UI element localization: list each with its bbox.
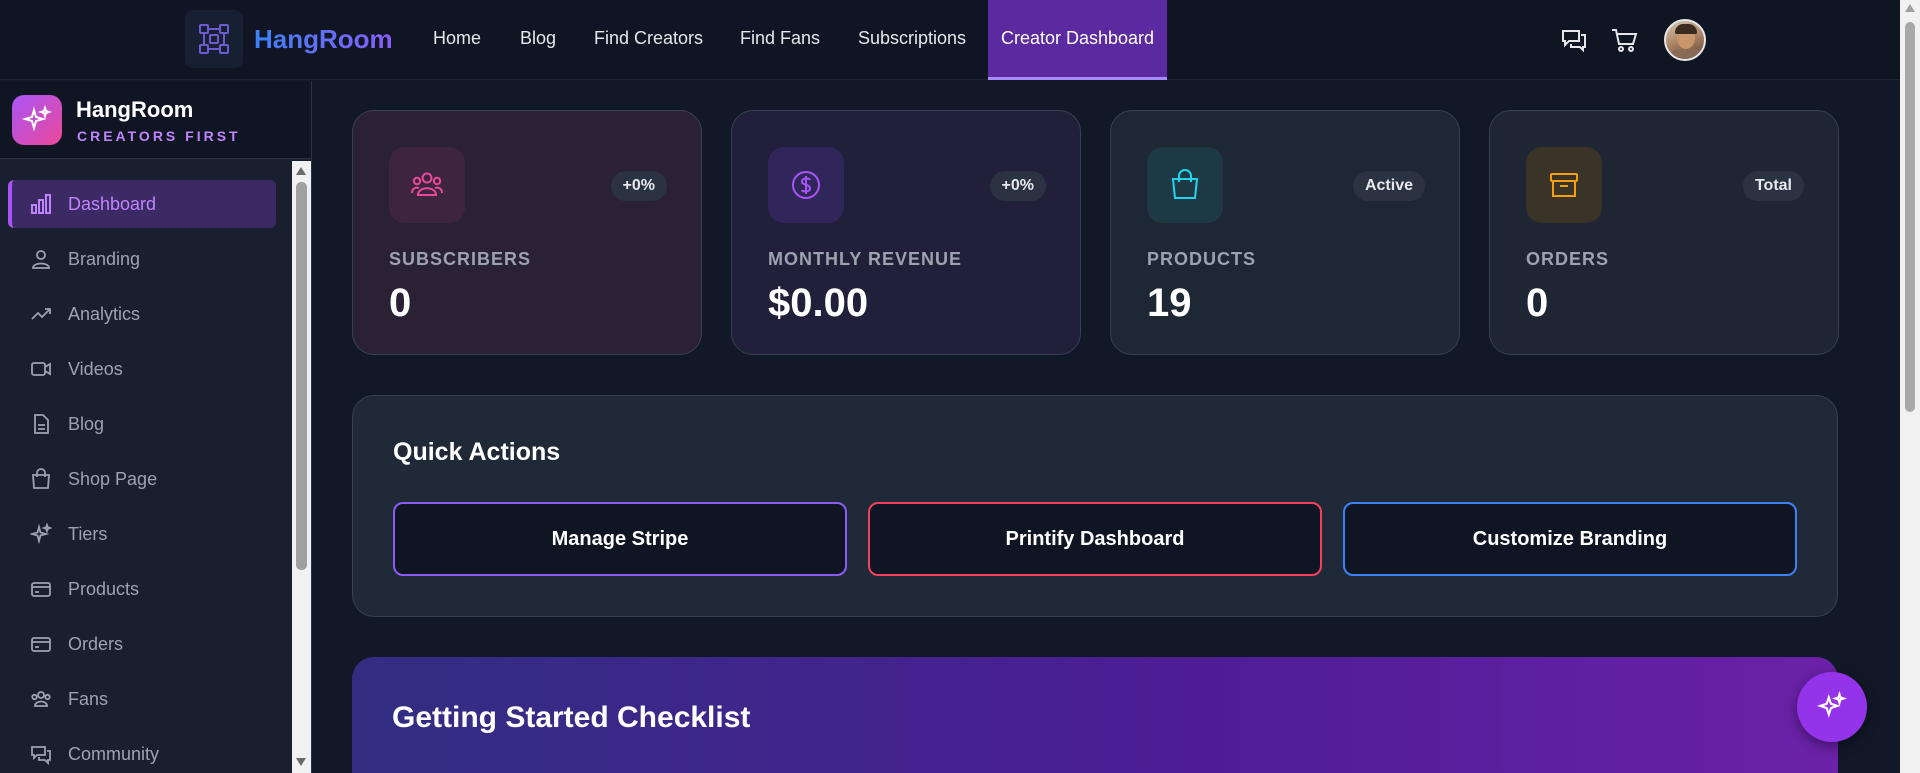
trend-icon bbox=[28, 301, 54, 327]
nav-find-creators[interactable]: Find Creators bbox=[594, 28, 703, 49]
sidebar-scrollbar[interactable] bbox=[292, 161, 311, 773]
sidebar-scroll-thumb[interactable] bbox=[296, 182, 307, 570]
bar-chart-icon bbox=[28, 191, 54, 217]
stat-value: 19 bbox=[1147, 281, 1192, 325]
scroll-up-arrow-icon[interactable] bbox=[296, 167, 306, 175]
sidebar-item-label: Dashboard bbox=[68, 193, 157, 214]
section-title: Getting Started Checklist bbox=[392, 701, 751, 734]
sidebar-item-community[interactable]: Community bbox=[8, 730, 276, 773]
sparkles-icon bbox=[28, 521, 54, 547]
user-avatar[interactable] bbox=[1664, 19, 1706, 61]
status-badge: Total bbox=[1742, 171, 1804, 201]
status-badge: Active bbox=[1352, 171, 1425, 201]
page-scrollbar[interactable] bbox=[1900, 0, 1920, 773]
quick-actions-panel: Quick Actions Manage Stripe Printify Das… bbox=[352, 395, 1838, 617]
section-title: Quick Actions bbox=[393, 438, 561, 466]
sidebar-header: HangRoom CREATORS FIRST bbox=[0, 81, 311, 159]
top-navbar: HangRoom Home Blog Find Creators Find Fa… bbox=[0, 0, 1900, 80]
nav-creator-dashboard[interactable]: Creator Dashboard bbox=[988, 0, 1167, 80]
archive-icon bbox=[1526, 147, 1602, 223]
sidebar-item-fans[interactable]: Fans bbox=[8, 675, 276, 723]
stat-card-orders: Total ORDERS 0 bbox=[1489, 110, 1839, 355]
cart-icon[interactable] bbox=[1608, 24, 1640, 56]
stat-label: SUBSCRIBERS bbox=[389, 249, 532, 269]
chat-icon bbox=[28, 741, 54, 767]
page-scroll-thumb[interactable] bbox=[1905, 22, 1915, 412]
stat-card-subscribers: +0% SUBSCRIBERS 0 bbox=[352, 110, 702, 355]
sidebar-item-videos[interactable]: Videos bbox=[8, 345, 276, 393]
users-icon bbox=[28, 686, 54, 712]
sparkles-icon bbox=[12, 95, 62, 145]
nav-find-fans[interactable]: Find Fans bbox=[740, 28, 820, 49]
brand-logo[interactable] bbox=[185, 10, 243, 68]
stat-value: $0.00 bbox=[768, 281, 869, 325]
video-icon bbox=[28, 356, 54, 382]
card-icon bbox=[28, 631, 54, 657]
sidebar-item-label: Analytics bbox=[68, 303, 141, 324]
sidebar-item-dashboard[interactable]: Dashboard bbox=[8, 180, 276, 228]
nav-home[interactable]: Home bbox=[433, 28, 481, 49]
sidebar-item-label: Fans bbox=[68, 688, 109, 709]
stat-label: MONTHLY REVENUE bbox=[768, 249, 963, 269]
sidebar-item-label: Products bbox=[68, 578, 140, 599]
bag-icon bbox=[28, 466, 54, 492]
card-icon bbox=[28, 576, 54, 602]
getting-started-checklist: Getting Started Checklist bbox=[352, 657, 1838, 773]
sidebar-item-shop-page[interactable]: Shop Page bbox=[8, 455, 276, 503]
sidebar-item-label: Blog bbox=[68, 413, 105, 434]
sidebar-item-orders[interactable]: Orders bbox=[8, 620, 276, 668]
ai-assistant-button[interactable] bbox=[1797, 672, 1867, 742]
sidebar-item-tiers[interactable]: Tiers bbox=[8, 510, 276, 558]
stat-value: 0 bbox=[389, 281, 412, 325]
sidebar-item-label: Videos bbox=[68, 358, 123, 379]
sidebar-item-blog[interactable]: Blog bbox=[8, 400, 276, 448]
sidebar-item-analytics[interactable]: Analytics bbox=[8, 290, 276, 338]
nav-blog[interactable]: Blog bbox=[520, 28, 556, 49]
nav-subscriptions[interactable]: Subscriptions bbox=[858, 28, 966, 49]
customize-branding-button[interactable]: Customize Branding bbox=[1343, 502, 1797, 576]
status-badge: +0% bbox=[610, 171, 667, 201]
sidebar-title: HangRoom bbox=[76, 97, 194, 122]
stat-card-monthly-revenue: +0% MONTHLY REVENUE $0.00 bbox=[731, 110, 1081, 355]
stat-value: 0 bbox=[1526, 281, 1549, 325]
sidebar-item-products[interactable]: Products bbox=[8, 565, 276, 613]
printify-dashboard-button[interactable]: Printify Dashboard bbox=[868, 502, 1322, 576]
user-icon bbox=[28, 246, 54, 272]
stat-card-products: Active PRODUCTS 19 bbox=[1110, 110, 1460, 355]
sidebar-item-label: Tiers bbox=[68, 523, 108, 544]
scroll-up-arrow-icon[interactable] bbox=[1905, 4, 1915, 12]
sidebar-item-label: Orders bbox=[68, 633, 124, 654]
status-badge: +0% bbox=[989, 171, 1046, 201]
manage-stripe-button[interactable]: Manage Stripe bbox=[393, 502, 847, 576]
bag-icon bbox=[1147, 147, 1223, 223]
dollar-icon bbox=[768, 147, 844, 223]
network-logo-icon bbox=[199, 24, 229, 54]
sidebar-item-label: Branding bbox=[68, 248, 141, 269]
sidebar-item-label: Community bbox=[68, 743, 160, 764]
document-icon bbox=[28, 411, 54, 437]
sidebar: HangRoom CREATORS FIRST Dashboard Brandi… bbox=[0, 81, 312, 773]
users-icon bbox=[389, 147, 465, 223]
brand-name[interactable]: HangRoom bbox=[254, 24, 393, 55]
sidebar-item-label: Shop Page bbox=[68, 468, 158, 489]
chat-icon[interactable] bbox=[1558, 24, 1590, 56]
sidebar-item-branding[interactable]: Branding bbox=[8, 235, 276, 283]
stat-label: ORDERS bbox=[1526, 249, 1610, 269]
sidebar-subtitle: CREATORS FIRST bbox=[77, 128, 241, 144]
scroll-down-arrow-icon[interactable] bbox=[296, 758, 306, 766]
stat-label: PRODUCTS bbox=[1147, 249, 1257, 269]
sparkles-icon bbox=[1816, 691, 1848, 718]
